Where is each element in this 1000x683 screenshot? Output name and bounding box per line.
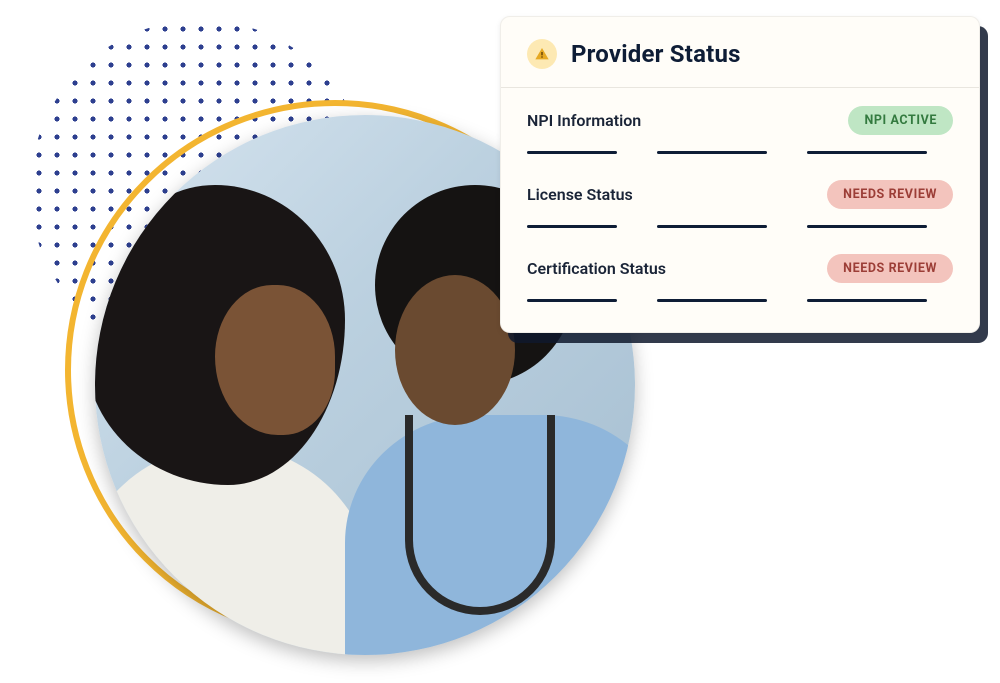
status-badge-active: NPI ACTIVE	[848, 106, 953, 135]
row-label: Certification Status	[527, 259, 666, 278]
status-row-certification: Certification Status NEEDS REVIEW	[501, 236, 979, 310]
warning-triangle-icon	[527, 39, 557, 69]
provider-status-card: Provider Status NPI Information NPI ACTI…	[500, 16, 980, 333]
row-label: NPI Information	[527, 111, 641, 130]
status-row-npi: NPI Information NPI ACTIVE	[501, 88, 979, 162]
status-badge-review: NEEDS REVIEW	[827, 254, 953, 283]
placeholder-lines	[527, 299, 953, 310]
card-header: Provider Status	[501, 17, 979, 88]
composition: Provider Status NPI Information NPI ACTI…	[0, 0, 1000, 683]
placeholder-lines	[527, 151, 953, 162]
row-label: License Status	[527, 185, 633, 204]
placeholder-lines	[527, 225, 953, 236]
status-badge-review: NEEDS REVIEW	[827, 180, 953, 209]
card-title: Provider Status	[571, 40, 741, 68]
status-row-license: License Status NEEDS REVIEW	[501, 162, 979, 236]
